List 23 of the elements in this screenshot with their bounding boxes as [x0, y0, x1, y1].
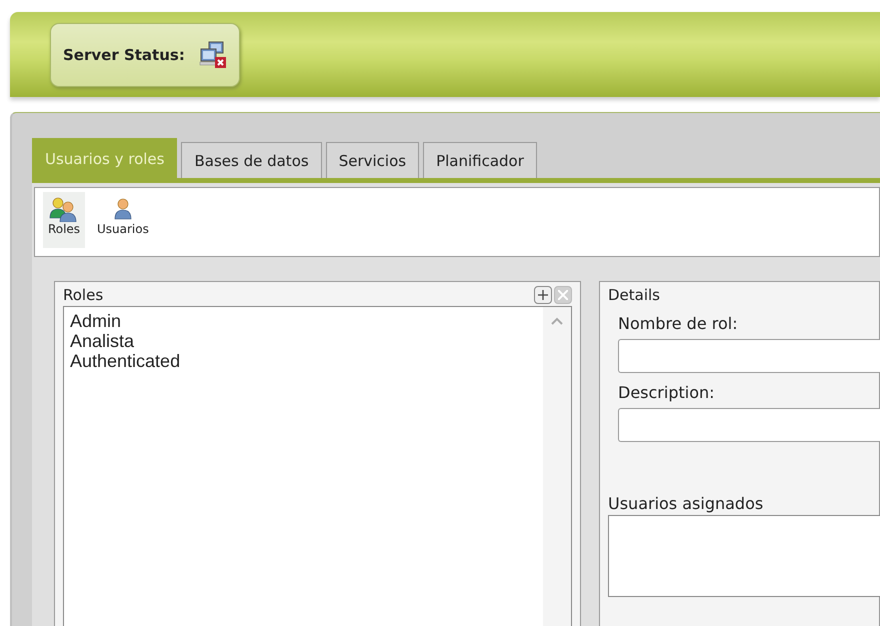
tab[interactable]: Planificador — [423, 142, 537, 178]
panel-title: Roles — [63, 286, 104, 304]
input-field[interactable] — [618, 339, 880, 373]
tab[interactable]: Bases de datos — [181, 142, 322, 178]
input-field[interactable] — [618, 408, 880, 442]
tab[interactable]: Servicios — [326, 142, 420, 178]
assigned-users-list[interactable] — [608, 515, 880, 597]
field-label: Nombre de rol: — [618, 314, 739, 333]
scroll-up-icon[interactable] — [551, 317, 563, 325]
plus-icon — [538, 290, 548, 300]
list-item[interactable]: Analista — [70, 331, 537, 351]
toolbar-button[interactable]: Roles — [43, 192, 85, 248]
add-button[interactable] — [534, 286, 552, 304]
list-item[interactable]: Admin — [70, 311, 537, 331]
list-item[interactable]: Authenticated — [70, 351, 537, 371]
toolbar-button[interactable]: Usuarios — [93, 192, 153, 248]
disconnected-computers-icon — [198, 40, 227, 68]
server-status-label: Server Status: — [63, 46, 185, 64]
panel-title: Details — [608, 286, 662, 304]
panel-title: Usuarios asignados — [608, 494, 764, 513]
close-icon — [558, 290, 568, 300]
field-label: Description: — [618, 383, 716, 402]
user-icon — [112, 196, 134, 222]
